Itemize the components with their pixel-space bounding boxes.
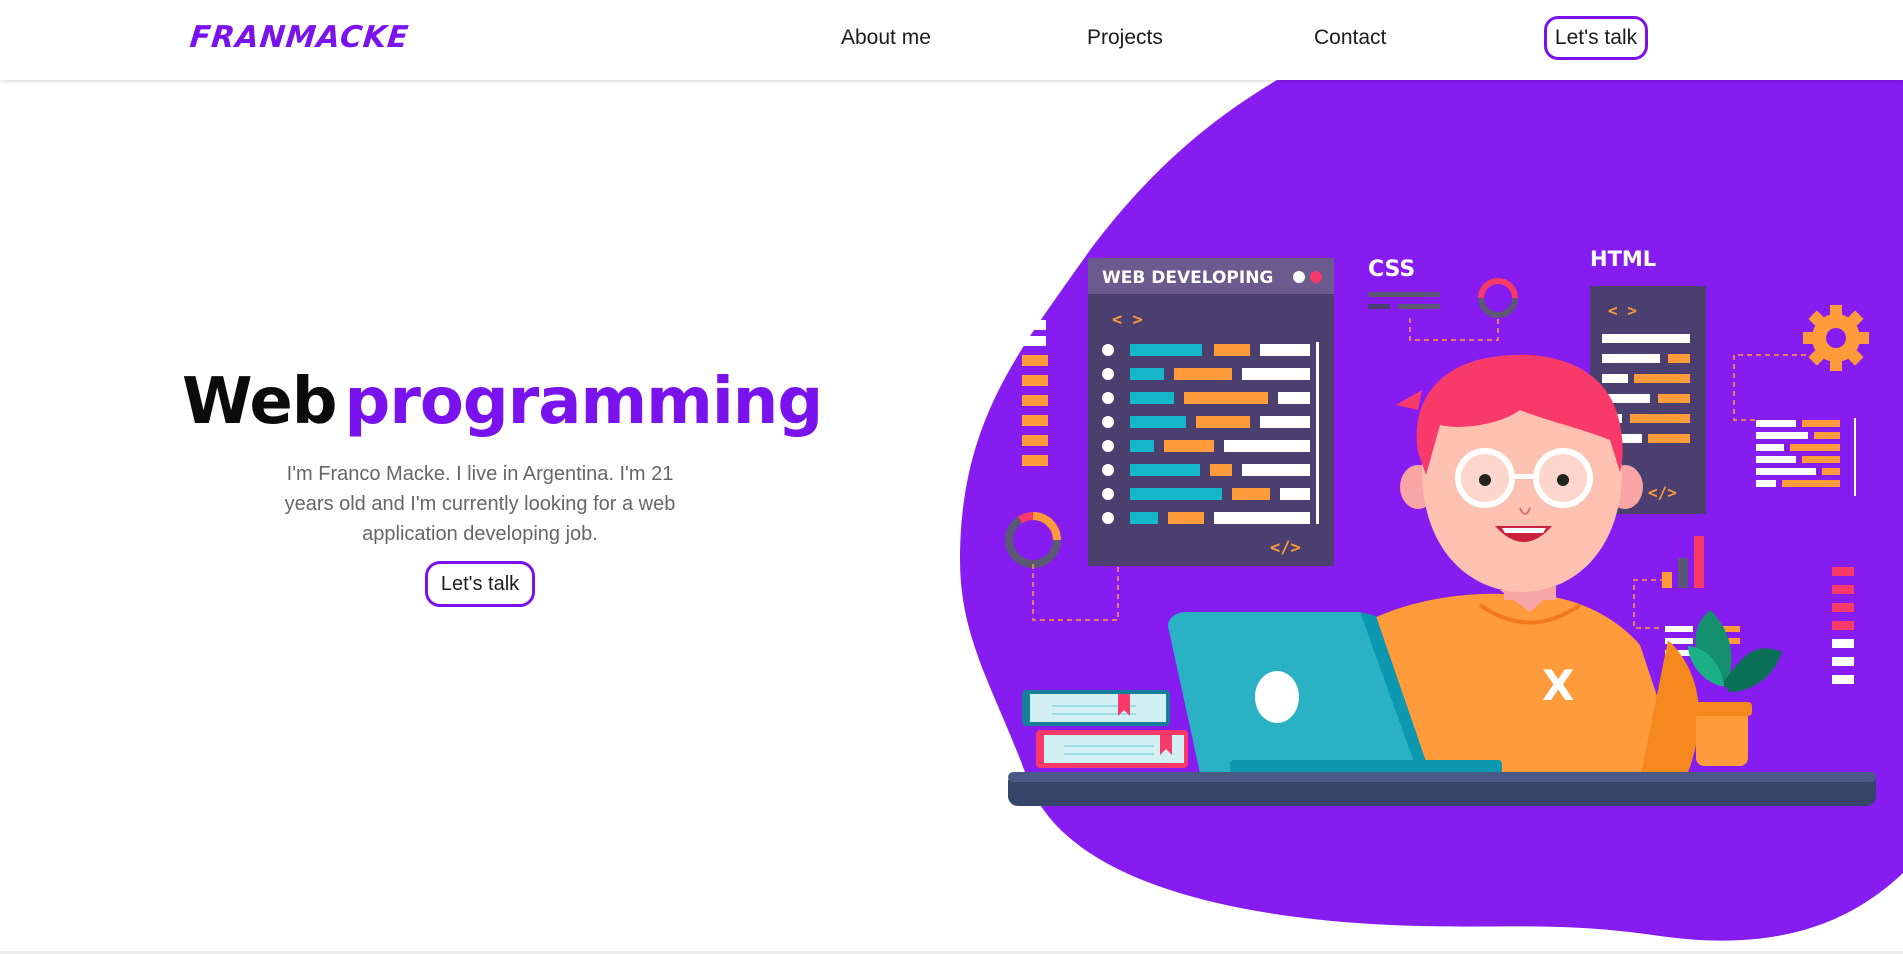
nav-link-contact[interactable]: Contact [1314,26,1386,50]
panel-code-close-icon: </> [1270,538,1301,558]
panel-code-open-icon: < > [1112,310,1143,330]
shirt-x-mark: X [1542,661,1574,710]
hero-title: Web programming [182,365,824,439]
developer-illustration: WEB DEVELOPING < > </> CSS HTML < > </> … [960,80,1903,941]
nav-link-projects[interactable]: Projects [1087,26,1163,50]
panel-title: WEB DEVELOPING [1102,268,1273,288]
css-label: CSS [1368,257,1415,282]
html-code-open-icon: < > [1608,301,1637,320]
html-label: HTML [1590,247,1656,271]
gear-icon [1803,305,1869,371]
html-code-close-icon: </> [1648,483,1677,502]
hero-title-web: Web [182,365,338,439]
hero-description: I'm Franco Macke. I live in Argentina. I… [284,463,676,545]
web-developing-panel: WEB DEVELOPING < > </> [1088,258,1334,566]
hero-title-programming: programming [344,365,824,439]
hero-lets-talk-button[interactable]: Let's talk [425,561,535,607]
nav-lets-talk-button[interactable]: Let's talk [1544,16,1648,60]
nav-link-about-me[interactable]: About me [841,26,931,50]
logo[interactable]: FRANMACKE [188,20,411,55]
navbar: FRANMACKE About me Projects Contact Let'… [0,0,1903,80]
